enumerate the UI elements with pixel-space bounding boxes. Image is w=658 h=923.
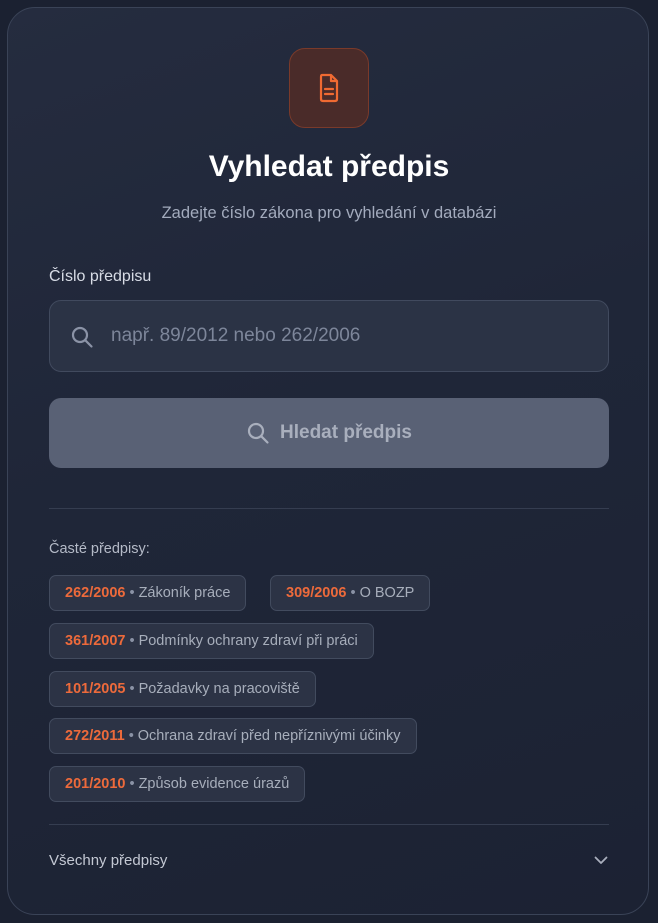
all-regulations-label: Všechny předpisy [49,851,168,869]
separator-dot: • [128,728,134,744]
regulation-code: 361/2007 [65,633,126,649]
regulation-chip[interactable]: 262/2006 • Zákoník práce [49,575,247,611]
separator-dot: • [129,776,135,792]
separator-dot: • [129,633,135,649]
regulation-code: 272/2011 [65,728,125,744]
chevron-down-icon [594,856,608,864]
regulation-description: Zákoník práce [138,585,231,601]
regulation-description: Požadavky na pracoviště [138,681,300,697]
page-title: Vyhledat předpis [208,150,450,183]
frequent-regulations-label: Časté předpisy: [49,541,150,557]
search-button[interactable]: Hledat předpis [49,398,609,468]
regulation-chip[interactable]: 361/2007 • Podmínky ochrany zdraví při p… [49,623,374,659]
regulation-chip[interactable]: 272/2011 • Ochrana zdraví před nepřízniv… [49,718,417,754]
regulation-description: Způsob evidence úrazů [138,776,290,792]
search-input[interactable] [111,301,591,371]
separator-dot: • [129,681,135,697]
divider [49,824,609,825]
search-button-label: Hledat předpis [280,422,412,443]
regulation-description: O BOZP [359,585,415,601]
separator-dot: • [350,585,356,601]
regulation-chip[interactable]: 309/2006 • O BOZP [270,575,431,611]
all-regulations-toggle[interactable]: Všechny předpisy [49,841,609,879]
regulation-code: 309/2006 [286,585,347,601]
search-card: Vyhledat předpis Zadejte číslo zákona pr… [7,7,649,915]
separator-dot: • [129,585,135,601]
regulation-chip[interactable]: 101/2005 • Požadavky na pracoviště [49,671,316,707]
search-icon [71,326,93,348]
regulation-code: 101/2005 [65,681,126,697]
regulation-description: Podmínky ochrany zdraví při práci [138,633,358,649]
regulation-description: Ochrana zdraví před nepříznivými účinky [137,728,401,744]
document-icon [289,48,369,128]
regulation-code: 201/2010 [65,776,126,792]
page-subtitle: Zadejte číslo zákona pro vyhledání v dat… [161,204,497,222]
search-icon [247,422,269,444]
divider [49,508,609,509]
search-field[interactable] [49,300,609,372]
regulation-code: 262/2006 [65,585,126,601]
regulation-chip[interactable]: 201/2010 • Způsob evidence úrazů [49,766,306,802]
search-field-label: Číslo předpisu [49,268,152,285]
